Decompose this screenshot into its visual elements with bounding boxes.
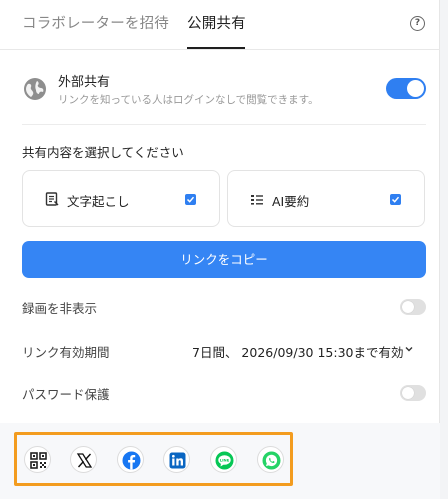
- password-protection-label: パスワード保護: [22, 387, 110, 402]
- qr-code-icon: [30, 452, 47, 469]
- content-select-title: 共有内容を選択してください: [22, 145, 184, 160]
- share-line-button[interactable]: LINE: [210, 446, 237, 473]
- share-x-button[interactable]: [70, 446, 97, 473]
- document-icon: [45, 192, 59, 206]
- tab-bar: コラボレーターを招待 公開共有 ?: [0, 0, 440, 50]
- list-icon: [251, 195, 263, 205]
- line-icon: LINE: [215, 451, 234, 470]
- share-whatsapp-button[interactable]: [257, 446, 284, 473]
- facebook-icon: [122, 451, 141, 470]
- external-share-description: リンクを知っている人はログインなしで閲覧できます。: [58, 94, 319, 106]
- link-expiry-label: リンク有効期間: [22, 345, 110, 360]
- checkmark-icon: [186, 196, 195, 203]
- share-panel: コラボレーターを招待 公開共有 ? 外部共有 リンクを知っている人はログインなし…: [0, 0, 440, 499]
- share-buttons-highlight: [14, 432, 293, 486]
- checkmark-icon: [391, 196, 400, 203]
- toggle-knob: [402, 387, 414, 399]
- x-icon: [76, 453, 93, 468]
- option-card-ai-summary[interactable]: AI要約: [227, 170, 425, 227]
- checkbox-ai-summary[interactable]: [390, 194, 401, 205]
- external-share-title: 外部共有: [58, 75, 111, 90]
- option-card-transcript[interactable]: 文字起こし: [22, 170, 220, 227]
- tab-public-share[interactable]: 公開共有: [187, 12, 246, 33]
- toggle-knob: [402, 301, 414, 313]
- help-icon[interactable]: ?: [410, 16, 425, 31]
- linkedin-icon: [169, 452, 186, 469]
- copy-link-button[interactable]: リンクをコピー: [22, 241, 426, 278]
- hide-recording-toggle[interactable]: [400, 299, 426, 315]
- hide-recording-label: 録画を非表示: [22, 301, 98, 316]
- whatsapp-icon: [262, 451, 281, 470]
- divider: [22, 124, 426, 125]
- globe-icon: [24, 78, 46, 100]
- option-label-ai-summary: AI要約: [272, 194, 310, 209]
- background-edge: [440, 0, 448, 499]
- share-linkedin-button[interactable]: [163, 446, 190, 473]
- share-facebook-button[interactable]: [117, 446, 144, 473]
- toggle-knob: [407, 80, 424, 97]
- svg-text:LINE: LINE: [220, 457, 230, 462]
- external-share-toggle[interactable]: [386, 78, 426, 99]
- share-qr-button[interactable]: [24, 446, 51, 473]
- link-expiry-select[interactable]: 7日間、 2026/09/30 15:30まで有効: [192, 342, 403, 361]
- chevron-down-icon[interactable]: [404, 344, 414, 354]
- active-tab-indicator: [187, 47, 245, 49]
- option-label-transcript: 文字起こし: [67, 194, 130, 209]
- checkbox-transcript[interactable]: [185, 194, 196, 205]
- tab-invite-collaborators[interactable]: コラボレーターを招待: [22, 12, 169, 33]
- password-protection-toggle[interactable]: [400, 385, 426, 401]
